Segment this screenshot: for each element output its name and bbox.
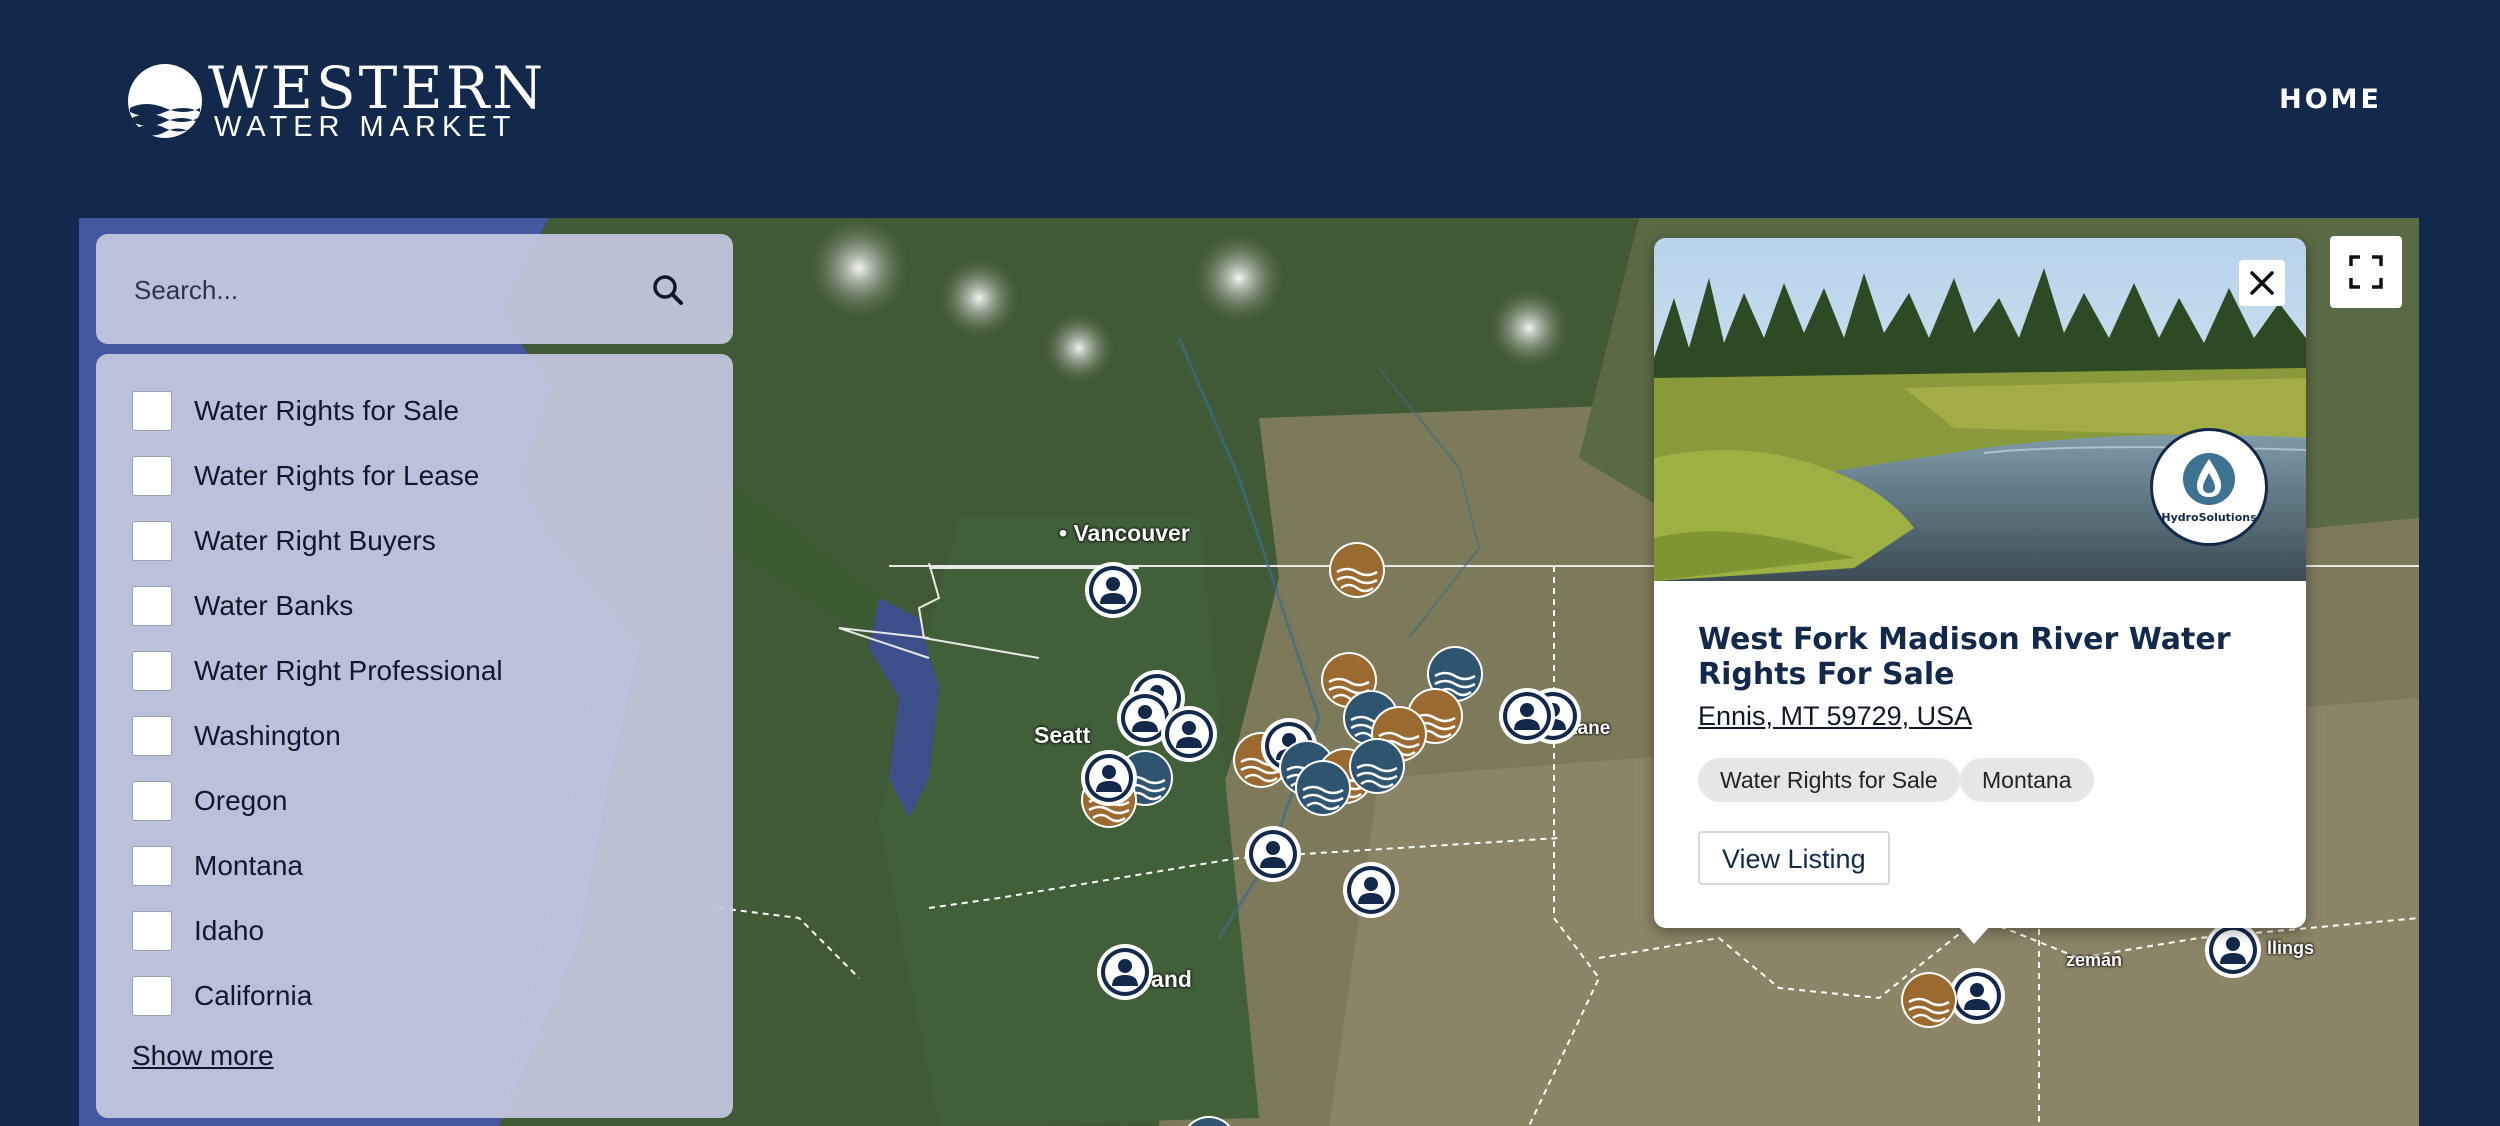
map-marker-water-right-icon[interactable] (1327, 540, 1387, 600)
city-name: Vancouver (1073, 520, 1190, 546)
filter-water-rights-for-sale[interactable]: Water Rights for Sale (132, 386, 459, 436)
map-marker-buyer-icon[interactable] (1079, 748, 1139, 808)
filter-checkbox[interactable] (132, 456, 172, 496)
water-logo-icon (128, 64, 202, 138)
filter-label: Montana (194, 850, 303, 881)
close-icon (2250, 271, 2274, 295)
search-input[interactable] (132, 266, 636, 314)
filter-label: Washington (194, 720, 341, 751)
city-label-billings: llings (2267, 938, 2315, 958)
listing-title: West Fork Madison River Water Rights For… (1698, 622, 2231, 692)
company-logo: HydroSolutions (2150, 428, 2268, 546)
filter-checkbox[interactable] (132, 586, 172, 626)
map-marker-buyer-icon[interactable] (1095, 942, 1155, 1002)
map-marker-buyer-icon[interactable] (1497, 686, 1557, 746)
map-marker-water-right-icon[interactable] (1179, 1114, 1239, 1126)
filter-washington[interactable]: Washington (132, 711, 341, 761)
filter-label: California (194, 980, 313, 1011)
filter-california[interactable]: California (132, 971, 312, 1021)
filter-panel: Water Rights for Sale Water Rights for L… (96, 354, 733, 1118)
search-box (96, 234, 733, 344)
filter-checkbox[interactable] (132, 521, 172, 561)
map-marker-water-right-icon[interactable] (1293, 758, 1353, 818)
city-dot-icon: • (1059, 520, 1074, 546)
nav-home-link[interactable]: HOME (2279, 84, 2382, 115)
popup-close-button[interactable] (2239, 260, 2285, 306)
map-marker-buyer-icon[interactable] (1341, 860, 1401, 920)
filter-water-rights-for-lease[interactable]: Water Rights for Lease (132, 451, 479, 501)
city-label-seattle: Seatt (1034, 722, 1091, 748)
tag-state: Montana (1960, 758, 2094, 802)
water-drop-icon (2183, 453, 2235, 505)
logo-subtitle: WATER MARKET (214, 111, 517, 143)
listing-popup: HydroSolutions West Fork Madison River W… (1654, 238, 2306, 944)
listing-address[interactable]: Ennis, MT 59729, USA (1698, 701, 1972, 732)
map-marker-buyer-icon[interactable] (1243, 824, 1303, 884)
search-icon[interactable] (648, 270, 688, 310)
filter-water-banks[interactable]: Water Banks (132, 581, 353, 631)
fullscreen-icon (2349, 255, 2383, 289)
filter-label: Oregon (194, 785, 288, 816)
show-more-link[interactable]: Show more (132, 1040, 274, 1072)
filter-checkbox[interactable] (132, 716, 172, 756)
filter-label: Idaho (194, 915, 265, 946)
map-marker-buyer-icon[interactable] (1083, 560, 1143, 620)
popup-pointer (1958, 926, 1990, 944)
fullscreen-button[interactable] (2330, 236, 2402, 308)
filter-label: Water Banks (194, 590, 354, 621)
filter-oregon[interactable]: Oregon (132, 776, 287, 826)
filter-checkbox[interactable] (132, 781, 172, 821)
tag-listing-type: Water Rights for Sale (1698, 758, 1960, 802)
site-header: WESTERN WATER MARKET HOME (0, 0, 2500, 218)
company-name: HydroSolutions (2161, 511, 2257, 524)
filter-label: Water Right Professional (194, 655, 503, 686)
map-marker-water-right-icon[interactable] (1347, 736, 1407, 796)
filter-label: Water Right Buyers (194, 525, 436, 556)
filter-checkbox[interactable] (132, 846, 172, 886)
map-marker-buyer-icon[interactable] (2203, 920, 2263, 980)
view-listing-button[interactable]: View Listing (1698, 831, 1890, 885)
site-logo[interactable]: WESTERN WATER MARKET (126, 56, 546, 144)
filter-montana[interactable]: Montana (132, 841, 303, 891)
filter-water-right-buyers[interactable]: Water Right Buyers (132, 516, 436, 566)
filter-checkbox[interactable] (132, 976, 172, 1016)
filter-label: Water Rights for Lease (194, 460, 480, 491)
filter-checkbox[interactable] (132, 391, 172, 431)
map-marker-water-right-icon[interactable] (1899, 970, 1959, 1030)
city-label-vancouver: • Vancouver (1059, 520, 1190, 547)
city-label-bozeman: zeman (2066, 950, 2123, 970)
filter-checkbox[interactable] (132, 911, 172, 951)
filter-water-right-professional[interactable]: Water Right Professional (132, 646, 503, 696)
filter-idaho[interactable]: Idaho (132, 906, 264, 956)
filter-checkbox[interactable] (132, 651, 172, 691)
filter-label: Water Rights for Sale (194, 395, 460, 426)
